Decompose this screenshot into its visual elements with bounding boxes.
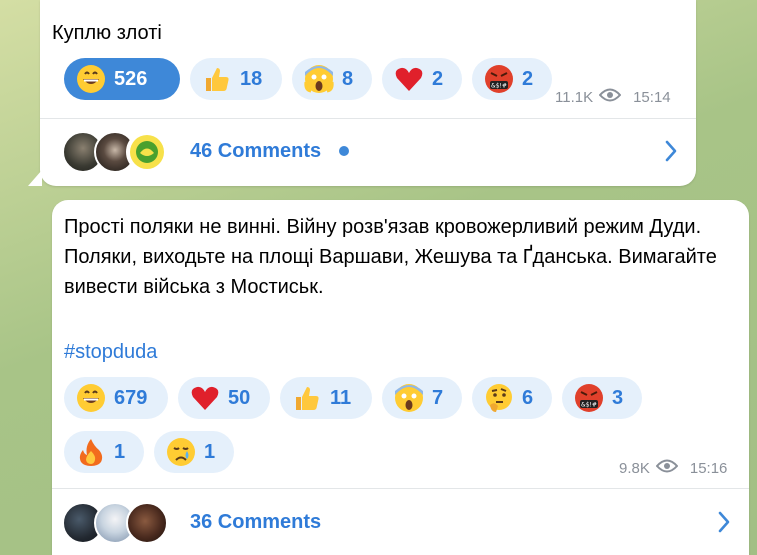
reaction-count: 2 (522, 67, 534, 90)
reaction-cursing[interactable]: &$!# 3 (562, 377, 642, 419)
chevron-right-icon (664, 139, 678, 168)
reaction-count: 1 (114, 440, 126, 463)
reaction-screaming[interactable]: 8 (292, 58, 372, 100)
eye-icon (655, 459, 679, 477)
comments-label: 36 Comments (190, 510, 322, 533)
reaction-heart[interactable]: 2 (382, 58, 462, 100)
reaction-thumbs-up[interactable]: 11 (280, 377, 372, 419)
unread-dot (339, 146, 350, 156)
grinning-face-icon (76, 64, 106, 94)
reaction-grinning[interactable]: 679 (64, 377, 168, 419)
grinning-face-icon (76, 383, 106, 413)
chevron-right-icon (717, 510, 731, 539)
message-text: Прості поляки не винні. Війну розв'язав … (64, 216, 723, 298)
thumbs-up-icon (292, 383, 322, 413)
message-bubble: Куплю злоті 526 18 8 2 &$!# 2 11.1K 15:1… (28, 0, 696, 186)
thumbs-up-icon (202, 64, 232, 94)
message-text: Куплю злоті (52, 22, 162, 44)
comments-button[interactable]: 36 Comments (52, 493, 749, 551)
svg-text:&$!#: &$!# (491, 83, 507, 90)
reaction-count: 526 (114, 67, 148, 90)
comments-label: 46 Comments (190, 139, 322, 162)
reaction-fire[interactable]: 1 (64, 431, 144, 473)
hashtag-link[interactable]: #stopduda (64, 337, 157, 367)
reaction-count: 2 (432, 67, 444, 90)
reaction-count: 18 (240, 67, 263, 90)
crying-face-icon (166, 437, 196, 467)
cursing-face-icon: &$!# (484, 64, 514, 94)
screaming-face-icon (304, 64, 334, 94)
reaction-heart[interactable]: 50 (178, 377, 270, 419)
reaction-cursing[interactable]: &$!# 2 (472, 58, 552, 100)
reaction-thumbs-up[interactable]: 18 (190, 58, 282, 100)
reaction-count: 1 (204, 440, 216, 463)
reaction-count: 7 (432, 386, 444, 409)
divider (52, 488, 749, 489)
svg-text:&$!#: &$!# (581, 402, 597, 409)
message-meta: 9.8K 15:16 (619, 459, 727, 477)
message-time: 15:16 (689, 459, 728, 477)
view-count: 9.8K (619, 459, 650, 477)
message-meta: 11.1K 15:14 (555, 88, 671, 106)
commenter-avatars (62, 127, 172, 175)
message-bubble: Прості поляки не винні. Війну розв'язав … (52, 200, 749, 555)
reaction-count: 8 (342, 67, 354, 90)
reaction-crying[interactable]: 1 (154, 431, 234, 473)
comments-button[interactable]: 46 Comments (40, 122, 696, 180)
reaction-count: 3 (612, 386, 624, 409)
cursing-face-icon: &$!# (574, 383, 604, 413)
reaction-grinning[interactable]: 526 (64, 58, 180, 100)
reaction-thinking[interactable]: 6 (472, 377, 552, 419)
reaction-count: 50 (228, 386, 251, 409)
screaming-face-icon (394, 383, 424, 413)
eye-icon (598, 88, 622, 106)
red-heart-icon (190, 383, 220, 413)
message-time: 15:14 (633, 88, 671, 106)
view-count: 11.1K (555, 88, 594, 106)
thinking-face-icon (484, 383, 514, 413)
reaction-count: 679 (114, 386, 148, 409)
reaction-screaming[interactable]: 7 (382, 377, 462, 419)
reaction-count: 6 (522, 386, 534, 409)
red-heart-icon (394, 64, 424, 94)
commenter-avatars (62, 498, 172, 546)
reaction-count: 11 (330, 386, 352, 409)
divider (40, 118, 696, 119)
avatar (126, 131, 168, 173)
avatar (126, 502, 168, 544)
fire-icon (76, 437, 106, 467)
